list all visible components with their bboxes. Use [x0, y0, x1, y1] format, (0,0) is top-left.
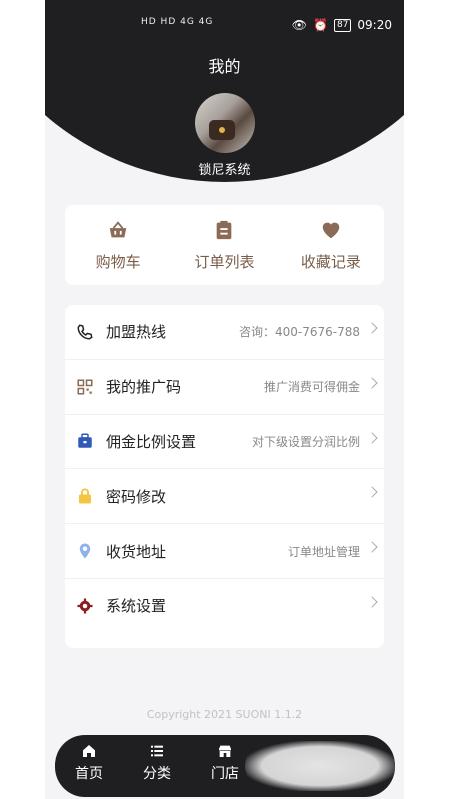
- tab-category[interactable]: 分类: [133, 743, 181, 783]
- chevron-right-icon: [366, 322, 378, 334]
- user-name: 锁尼系统: [198, 163, 251, 178]
- menu-label: 系统设置: [106, 597, 167, 616]
- menu-hint: 订单地址管理: [287, 544, 360, 559]
- menu-label: 收货地址: [106, 542, 167, 561]
- briefcase-icon: [78, 433, 92, 449]
- menu-hint: 咨询：400-7676-788: [238, 325, 360, 340]
- qr-code-icon: [77, 379, 93, 395]
- menu-item-hotline[interactable]: 加盟热线 咨询：400-7676-788: [65, 305, 384, 360]
- menu-label: 加盟热线: [106, 323, 167, 342]
- location-pin-icon: [79, 543, 91, 559]
- heart-icon: [322, 222, 340, 239]
- home-icon: [83, 745, 95, 757]
- menu-label: 佣金比例设置: [106, 432, 197, 451]
- menu-item-password[interactable]: 密码修改: [65, 469, 384, 525]
- store-icon: [219, 745, 231, 757]
- list-icon: [151, 745, 163, 757]
- status-bar: HD HD 4G 4G 👁 ⏰ 87 09:20: [45, 0, 404, 42]
- page-title: 我的: [208, 57, 241, 76]
- menu-item-commission[interactable]: 佣金比例设置 对下级设置分润比例: [65, 415, 384, 470]
- chevron-right-icon: [366, 596, 378, 608]
- obscured-tabs-area: [245, 741, 395, 791]
- avatar[interactable]: [195, 93, 255, 153]
- menu-item-promo-code[interactable]: 我的推广码 推广消费可得佣金: [65, 360, 384, 415]
- lock-icon: [79, 488, 91, 504]
- menu-label: 密码修改: [106, 487, 167, 506]
- order-list-button[interactable]: 订单列表: [171, 205, 277, 285]
- copyright-text: Copyright 2021 SUONI 1.1.2: [146, 708, 303, 721]
- cart-button[interactable]: 购物车: [65, 205, 171, 285]
- app-screen: HD HD 4G 4G 👁 ⏰ 87 09:20 我的 锁尼系统 购物车 订单列…: [45, 0, 404, 799]
- eye-icon: 👁: [291, 18, 307, 32]
- menu-hint: 推广消费可得佣金: [263, 380, 360, 395]
- tab-label: 门店: [211, 766, 239, 782]
- settings-menu: 加盟热线 咨询：400-7676-788 我的推广码 推广消费可得佣金 佣金比例…: [65, 305, 384, 648]
- basket-icon: [109, 221, 127, 238]
- favorites-button[interactable]: 收藏记录: [278, 205, 384, 285]
- order-list-label: 订单列表: [194, 253, 255, 271]
- menu-hint: 对下级设置分润比例: [251, 434, 360, 449]
- gear-icon: [77, 598, 93, 614]
- status-time: 09:20: [357, 18, 392, 32]
- menu-item-system-settings[interactable]: 系统设置: [65, 579, 384, 633]
- chevron-right-icon: [366, 541, 378, 553]
- favorites-label: 收藏记录: [300, 253, 361, 271]
- signal-indicators: HD HD 4G 4G: [141, 17, 214, 27]
- phone-icon: [77, 324, 93, 340]
- tab-label: 首页: [75, 766, 103, 782]
- alarm-icon: ⏰: [313, 18, 328, 32]
- tab-store[interactable]: 门店: [201, 743, 249, 783]
- chevron-right-icon: [366, 486, 378, 499]
- menu-label: 我的推广码: [106, 378, 182, 397]
- bottom-tab-bar: 首页 分类 门店: [55, 735, 395, 797]
- chevron-right-icon: [366, 377, 378, 389]
- clipboard-icon: [217, 220, 232, 240]
- quick-actions-card: 购物车 订单列表 收藏记录: [65, 205, 384, 285]
- menu-item-address[interactable]: 收货地址 订单地址管理: [65, 524, 384, 579]
- battery-indicator: 87: [333, 18, 352, 32]
- tab-label: 分类: [143, 766, 171, 782]
- tab-home[interactable]: 首页: [65, 743, 113, 783]
- status-right-group: 👁 ⏰ 87 09:20: [292, 18, 392, 32]
- cart-label: 购物车: [95, 253, 141, 271]
- chevron-right-icon: [366, 431, 378, 444]
